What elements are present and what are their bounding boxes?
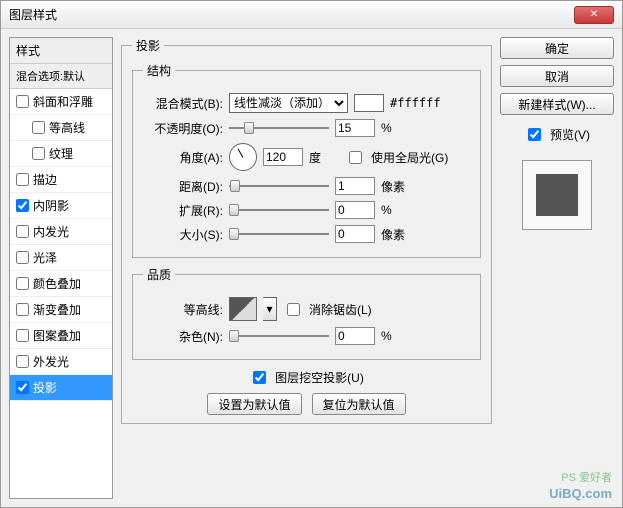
antialias-label: 消除锯齿(L) [309, 301, 372, 318]
sidebar-checkbox-1[interactable] [32, 121, 45, 134]
distance-unit: 像素 [381, 178, 411, 195]
size-label: 大小(S): [143, 226, 223, 243]
sidebar-checkbox-8[interactable] [16, 303, 29, 316]
antialias-checkbox[interactable] [287, 303, 300, 316]
noise-slider[interactable] [229, 335, 329, 337]
make-default-button[interactable]: 设置为默认值 [207, 393, 301, 415]
spread-input[interactable] [335, 201, 375, 219]
angle-dial[interactable] [229, 143, 257, 171]
structure-group: 结构 混合模式(B): 线性减淡（添加） #ffffff 不透明度(O): [132, 62, 481, 258]
sidebar-label-11: 投影 [33, 379, 57, 396]
main-panel: 投影 结构 混合模式(B): 线性减淡（添加） #ffffff 不透明度(O): [121, 37, 492, 499]
sidebar-checkbox-7[interactable] [16, 277, 29, 290]
distance-label: 距离(D): [143, 178, 223, 195]
sidebar-label-0: 斜面和浮雕 [33, 93, 93, 110]
watermark-text-1: PS 爱好者 [561, 469, 612, 485]
preview-swatch [536, 174, 578, 216]
sidebar-item-10[interactable]: 外发光 [10, 349, 112, 375]
sidebar-checkbox-2[interactable] [32, 147, 45, 160]
sidebar-checkbox-11[interactable] [16, 381, 29, 394]
distance-input[interactable] [335, 177, 375, 195]
knockout-label: 图层挖空投影(U) [275, 369, 364, 386]
sidebar-checkbox-10[interactable] [16, 355, 29, 368]
global-light-label: 使用全局光(G) [371, 149, 448, 166]
layer-style-dialog: 图层样式 ✕ 样式 混合选项:默认 斜面和浮雕等高线纹理描边内阴影内发光光泽颜色… [0, 0, 623, 508]
sidebar-label-9: 图案叠加 [33, 327, 81, 344]
ok-button[interactable]: 确定 [500, 37, 614, 59]
blend-mode-label: 混合模式(B): [143, 95, 223, 112]
spread-slider[interactable] [229, 209, 329, 211]
sidebar-label-6: 光泽 [33, 249, 57, 266]
preview-box [522, 160, 592, 230]
distance-slider[interactable] [229, 185, 329, 187]
spread-unit: % [381, 203, 411, 217]
sidebar-item-5[interactable]: 内发光 [10, 219, 112, 245]
global-light-checkbox[interactable] [349, 151, 362, 164]
sidebar-checkbox-9[interactable] [16, 329, 29, 342]
sidebar-item-4[interactable]: 内阴影 [10, 193, 112, 219]
size-slider[interactable] [229, 233, 329, 235]
shadow-color-hex: #ffffff [390, 96, 441, 110]
noise-input[interactable] [335, 327, 375, 345]
sidebar-item-2[interactable]: 纹理 [10, 141, 112, 167]
preview-label: 预览(V) [550, 126, 590, 143]
titlebar: 图层样式 ✕ [1, 1, 622, 29]
right-column: 确定 取消 新建样式(W)... 预览(V) [500, 37, 614, 499]
sidebar-label-1: 等高线 [49, 119, 85, 136]
knockout-checkbox[interactable] [253, 371, 266, 384]
sidebar-label-2: 纹理 [49, 145, 73, 162]
sidebar-item-3[interactable]: 描边 [10, 167, 112, 193]
sidebar-item-8[interactable]: 渐变叠加 [10, 297, 112, 323]
contour-swatch[interactable] [229, 297, 257, 321]
sidebar-label-10: 外发光 [33, 353, 69, 370]
preview-checkbox[interactable] [528, 128, 541, 141]
quality-legend: 品质 [143, 266, 175, 283]
sidebar-label-4: 内阴影 [33, 197, 69, 214]
size-input[interactable] [335, 225, 375, 243]
structure-legend: 结构 [143, 62, 175, 79]
sidebar-checkbox-0[interactable] [16, 95, 29, 108]
new-style-button[interactable]: 新建样式(W)... [500, 93, 614, 115]
quality-group: 品质 等高线: ▾ 消除锯齿(L) 杂色(N): % [132, 266, 481, 360]
sidebar-checkbox-6[interactable] [16, 251, 29, 264]
sidebar-checkbox-3[interactable] [16, 173, 29, 186]
watermark-text-2: UiBQ.com [549, 486, 612, 501]
sidebar-label-7: 颜色叠加 [33, 275, 81, 292]
opacity-input[interactable] [335, 119, 375, 137]
opacity-slider[interactable] [229, 127, 329, 129]
sidebar-checkbox-4[interactable] [16, 199, 29, 212]
angle-label: 角度(A): [143, 149, 223, 166]
sidebar-label-5: 内发光 [33, 223, 69, 240]
opacity-label: 不透明度(O): [143, 120, 223, 137]
panel-title: 投影 [132, 37, 164, 54]
sidebar-header[interactable]: 样式 [10, 38, 112, 64]
sidebar-item-7[interactable]: 颜色叠加 [10, 271, 112, 297]
sidebar-blend-options[interactable]: 混合选项:默认 [10, 64, 112, 89]
size-unit: 像素 [381, 226, 411, 243]
styles-sidebar: 样式 混合选项:默认 斜面和浮雕等高线纹理描边内阴影内发光光泽颜色叠加渐变叠加图… [9, 37, 113, 499]
noise-label: 杂色(N): [143, 328, 223, 345]
sidebar-item-1[interactable]: 等高线 [10, 115, 112, 141]
noise-unit: % [381, 329, 411, 343]
panel-outer: 投影 结构 混合模式(B): 线性减淡（添加） #ffffff 不透明度(O): [121, 37, 492, 424]
spread-label: 扩展(R): [143, 202, 223, 219]
angle-input[interactable] [263, 148, 303, 166]
sidebar-label-8: 渐变叠加 [33, 301, 81, 318]
reset-default-button[interactable]: 复位为默认值 [312, 393, 406, 415]
sidebar-item-0[interactable]: 斜面和浮雕 [10, 89, 112, 115]
contour-dropdown[interactable]: ▾ [263, 297, 277, 321]
sidebar-item-11[interactable]: 投影 [10, 375, 112, 401]
window-title: 图层样式 [9, 6, 574, 23]
sidebar-item-6[interactable]: 光泽 [10, 245, 112, 271]
sidebar-checkbox-5[interactable] [16, 225, 29, 238]
sidebar-label-3: 描边 [33, 171, 57, 188]
opacity-unit: % [381, 121, 411, 135]
cancel-button[interactable]: 取消 [500, 65, 614, 87]
contour-label: 等高线: [143, 301, 223, 318]
shadow-color-swatch[interactable] [354, 94, 384, 112]
close-button[interactable]: ✕ [574, 6, 614, 24]
angle-unit: 度 [309, 149, 339, 166]
blend-mode-select[interactable]: 线性减淡（添加） [229, 93, 348, 113]
sidebar-item-9[interactable]: 图案叠加 [10, 323, 112, 349]
